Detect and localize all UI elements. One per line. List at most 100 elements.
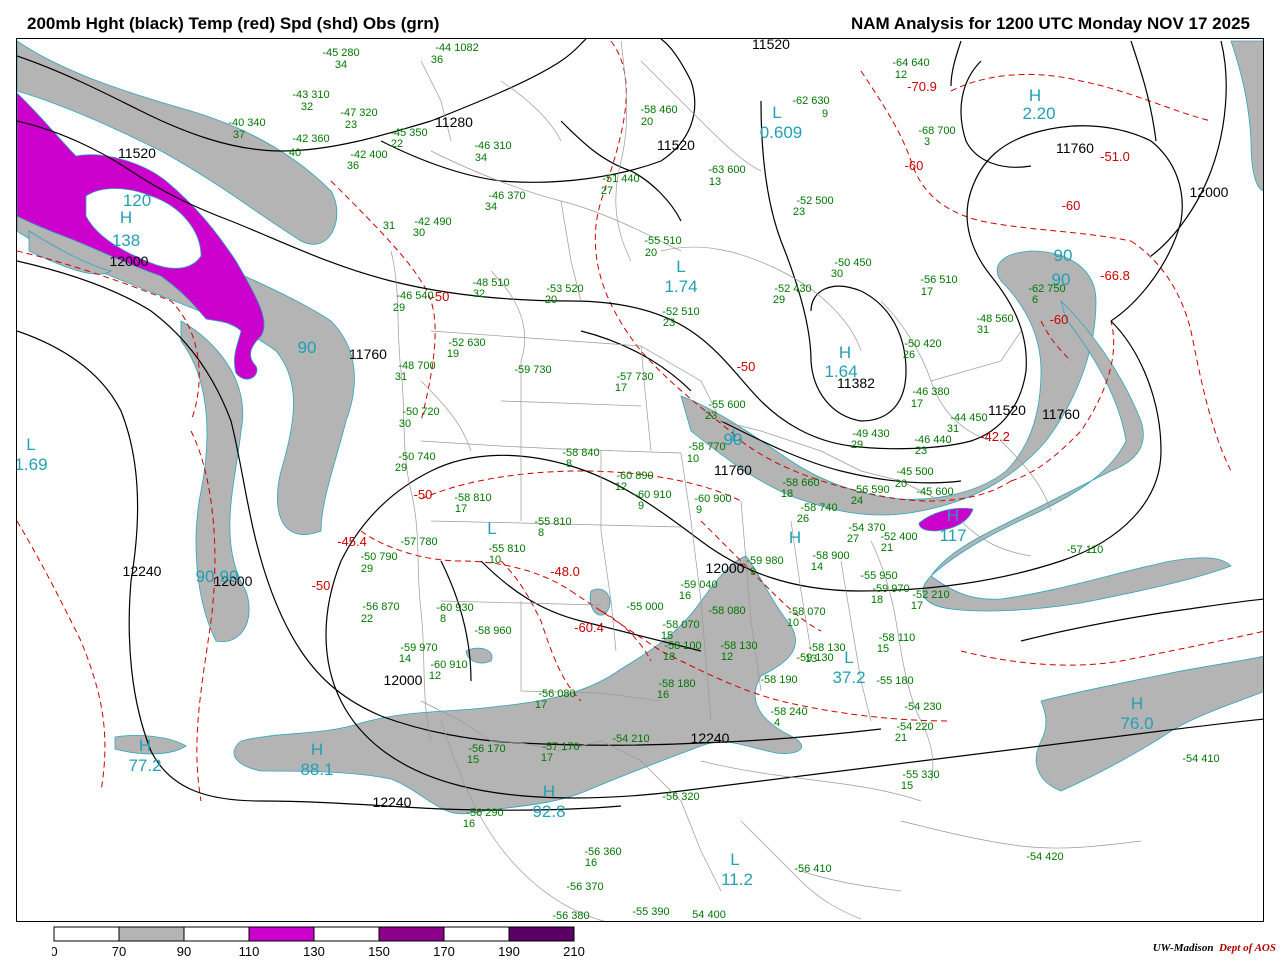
obs-label-65: 17	[615, 382, 627, 394]
obs-label-33: 23	[793, 206, 805, 218]
center-label-26: H	[947, 506, 959, 525]
legend-tick-0: 0	[52, 944, 58, 958]
station-observations: -45 28034-44 108236-43 31032 -47 32023-40…	[228, 42, 1219, 921]
legend-tick-6: 170	[433, 944, 455, 958]
obs-label-175: 54 400	[692, 909, 726, 921]
wind-speed-shading-110	[17, 92, 974, 532]
obs-label-50: 29	[393, 302, 405, 314]
height-label-1: 11280	[435, 114, 473, 130]
obs-label-152: 17	[535, 699, 547, 711]
obs-label-149: 16	[657, 689, 669, 701]
height-label-7: 11520	[988, 402, 1026, 418]
obs-label-37: -55 510	[644, 235, 681, 247]
obs-label-154: 4	[774, 717, 780, 729]
obs-label-102: 8	[538, 527, 544, 539]
temp-label-8: -50	[414, 487, 433, 502]
center-label-25: 76.0	[1120, 714, 1153, 733]
center-label-34: 120	[123, 191, 151, 210]
obs-label-25: 3	[924, 136, 930, 148]
obs-label-144: -59 130	[796, 652, 833, 664]
obs-label-7: 23	[345, 119, 357, 131]
center-label-21: 92.8	[532, 802, 565, 821]
obs-label-124: 22	[361, 613, 373, 625]
obs-label-12: -42 360	[292, 133, 329, 145]
obs-label-2: -44 1082	[435, 42, 478, 54]
temp-label-7: -42.2	[980, 429, 1010, 444]
obs-label-60: 26	[903, 349, 915, 361]
obs-label-77: 23	[915, 445, 927, 457]
center-label-2: H	[1029, 86, 1041, 105]
obs-label-168: 16	[463, 818, 475, 830]
obs-label-9: 37	[233, 129, 245, 141]
legend-swatch-1	[118, 926, 185, 942]
obs-label-134: 15	[877, 643, 889, 655]
obs-label-137: 18	[663, 651, 675, 663]
obs-label-171: -54 420	[1026, 851, 1063, 863]
obs-label-146: 12	[429, 670, 441, 682]
center-label-33: 90	[724, 430, 743, 449]
obs-label-157: 21	[895, 732, 907, 744]
obs-label-49: -46 540	[396, 290, 433, 302]
center-label-11: L	[487, 519, 496, 538]
height-label-0: 11520	[752, 39, 790, 52]
legend-swatch-2	[183, 926, 250, 942]
obs-label-23: 12	[895, 69, 907, 81]
center-label-1: 138	[112, 231, 140, 250]
obs-label-46: 32	[473, 288, 485, 300]
obs-label-4: -43 310	[292, 89, 329, 101]
center-label-4: L	[772, 103, 781, 122]
center-label-10: H	[839, 343, 851, 362]
height-label-4: 12000	[110, 253, 149, 269]
obs-label-155: -54 230	[904, 701, 941, 713]
obs-label-81: 8	[566, 458, 572, 470]
obs-label-172: -56 410	[794, 863, 831, 875]
height-label-9: 12000	[1190, 184, 1229, 200]
obs-label-79: 10	[687, 453, 699, 465]
obs-label-31: 34	[485, 201, 497, 213]
obs-label-93: 9	[638, 500, 644, 512]
obs-label-71: 30	[399, 418, 411, 430]
obs-label-160: 15	[467, 754, 479, 766]
obs-label-75: 29	[851, 439, 863, 451]
center-label-23: 11.2	[721, 870, 753, 889]
obs-label-165: -54 410	[1182, 753, 1219, 765]
center-label-16: H	[139, 736, 151, 755]
obs-label-52: 23	[663, 317, 675, 329]
legend-swatch-7	[508, 926, 575, 942]
map-panel[interactable]: 11520 11280 11520 11520 12000 11760 11382 11520…	[16, 38, 1264, 922]
center-label-6: L	[676, 257, 685, 276]
obs-label-0: -45 280	[322, 47, 359, 59]
credit-text: UW-Madison Dept of AOS	[1153, 942, 1276, 954]
center-label-22: L	[730, 850, 739, 869]
obs-label-8: -40 340	[228, 117, 265, 129]
center-label-9: 1.69	[17, 455, 48, 474]
temp-label-11: -50	[312, 578, 331, 593]
height-label-15: 12000	[384, 672, 423, 688]
obs-label-100: 26	[797, 513, 809, 525]
legend-swatch-3	[248, 926, 315, 942]
obs-label-123: -56 870	[362, 601, 399, 613]
center-label-15: 37.2	[832, 668, 865, 687]
center-label-0: H	[120, 208, 132, 227]
weather-map[interactable]: 115201128011520 1152012000117601138211520…	[17, 39, 1264, 922]
legend-tick-8: 210	[563, 944, 585, 958]
obs-label-69: 23	[705, 410, 717, 422]
obs-label-103: -57 780	[400, 536, 437, 548]
center-label-32: 90	[220, 567, 239, 586]
obs-label-135: -58 960	[474, 625, 511, 637]
obs-label-22: -64 640	[892, 57, 929, 69]
temp-label-0: -70.9	[907, 79, 937, 94]
height-label-5: 11760	[349, 346, 387, 362]
obs-label-11: 22	[391, 138, 403, 150]
obs-label-27: 13	[709, 176, 721, 188]
obs-label-109: 21	[881, 542, 893, 554]
legend-tick-1: 70	[112, 944, 126, 958]
legend-colorbar: 0 70 90 110 130 150 170 190 210	[50, 926, 585, 959]
center-label-13: H	[789, 528, 801, 547]
obs-label-21: 9	[822, 108, 828, 120]
obs-label-16: -46 310	[474, 140, 511, 152]
obs-label-122: 16	[679, 590, 691, 602]
legend-tick-5: 150	[368, 944, 390, 958]
obs-label-17: 34	[475, 152, 487, 164]
legend-swatch-0	[53, 926, 120, 942]
